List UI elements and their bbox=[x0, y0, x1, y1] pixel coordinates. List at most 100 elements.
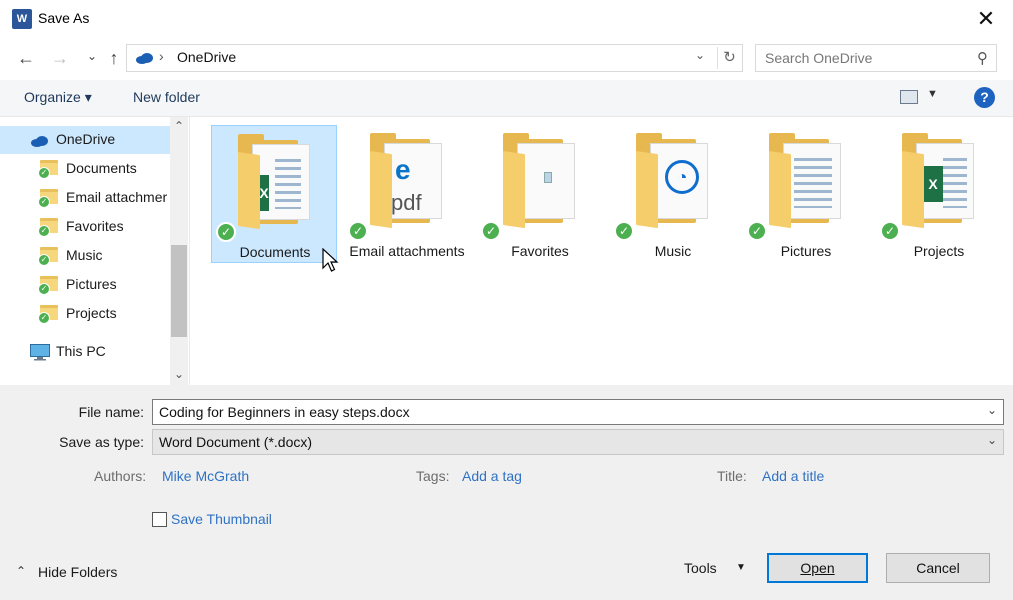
hide-folders-button[interactable]: Hide Folders bbox=[38, 564, 117, 580]
excel-sheet-icon: X bbox=[923, 166, 943, 202]
onedrive-cloud-icon bbox=[136, 53, 153, 64]
save-options-panel: File name: Coding for Beginners in easy … bbox=[0, 385, 1013, 600]
chevron-down-icon[interactable]: ⌄ bbox=[987, 433, 997, 447]
sync-check-icon: ✓ bbox=[38, 196, 50, 208]
tags-label: Tags: bbox=[416, 468, 450, 484]
folder-label: Documents bbox=[239, 244, 311, 260]
chevron-up-icon[interactable]: ⌃ bbox=[16, 564, 26, 578]
navigation-scrollbar[interactable]: ⌃ ⌄ bbox=[170, 117, 188, 385]
forward-arrow-icon[interactable]: → bbox=[48, 46, 72, 70]
folder-tile-music[interactable]: ◔ ✓ Music bbox=[610, 125, 736, 263]
authors-label: Authors: bbox=[94, 468, 147, 484]
sync-check-icon: ✓ bbox=[481, 221, 501, 241]
title-field[interactable]: Add a title bbox=[762, 468, 824, 484]
file-list: X ✓ Documents e pdf ✓ Email attachments ✓… bbox=[191, 117, 1013, 385]
onedrive-cloud-icon bbox=[31, 136, 48, 147]
scroll-up-icon[interactable]: ⌃ bbox=[170, 119, 188, 135]
folder-icon: e pdf bbox=[366, 133, 446, 229]
navigation-pane: OneDrive ✓ Documents ✓ Email attachmer ✓… bbox=[0, 117, 190, 385]
save-thumbnail-checkbox[interactable] bbox=[152, 512, 167, 527]
sync-check-icon: ✓ bbox=[38, 254, 50, 266]
sidebar-item-label: OneDrive bbox=[56, 131, 116, 147]
folder-icon: ✓ bbox=[38, 189, 58, 208]
search-icon[interactable]: ⚲ bbox=[977, 49, 988, 67]
scroll-thumb[interactable] bbox=[171, 245, 187, 337]
sidebar-item-this-pc[interactable]: This PC bbox=[0, 338, 170, 366]
folder-tile-projects[interactable]: X ✓ Projects bbox=[876, 125, 1002, 263]
sidebar-item-favorites[interactable]: ✓ Favorites bbox=[0, 213, 170, 241]
title-label: Title: bbox=[717, 468, 747, 484]
address-dropdown-icon[interactable]: ⌄ bbox=[695, 48, 705, 62]
open-button[interactable]: Open bbox=[767, 553, 868, 583]
folder-tile-documents[interactable]: X ✓ Documents bbox=[211, 125, 337, 263]
sync-check-icon: ✓ bbox=[216, 222, 236, 242]
folder-label: Music bbox=[654, 243, 692, 259]
shortcut-icon bbox=[544, 172, 552, 183]
tools-dropdown-icon[interactable]: ▼ bbox=[736, 562, 746, 573]
file-name-label: File name: bbox=[78, 404, 144, 420]
breadcrumb-separator-icon: › bbox=[159, 48, 164, 64]
chevron-down-icon[interactable]: ⌄ bbox=[987, 403, 997, 417]
pdf-icon: pdf bbox=[391, 190, 422, 215]
folder-icon bbox=[765, 133, 845, 229]
sync-check-icon: ✓ bbox=[614, 221, 634, 241]
sidebar-item-pictures[interactable]: ✓ Pictures bbox=[0, 271, 170, 299]
folder-tile-favorites[interactable]: ✓ Favorites bbox=[477, 125, 603, 263]
folder-icon: ✓ bbox=[38, 160, 58, 179]
sidebar-item-email-attachments[interactable]: ✓ Email attachmer bbox=[0, 184, 170, 212]
sidebar-item-label: Favorites bbox=[66, 218, 124, 234]
up-arrow-icon[interactable]: ↑ bbox=[102, 46, 126, 70]
view-options-dropdown-icon[interactable]: ▼ bbox=[927, 88, 938, 100]
sidebar-item-label: Pictures bbox=[66, 276, 117, 292]
edge-browser-icon: e bbox=[395, 154, 411, 185]
organize-button[interactable]: Organize ▾ bbox=[24, 89, 92, 106]
save-as-type-select[interactable]: Word Document (*.docx) ⌄ bbox=[152, 429, 1004, 455]
sidebar-item-label: Documents bbox=[66, 160, 137, 176]
folder-label: Projects bbox=[913, 243, 965, 259]
folder-icon: ✓ bbox=[38, 218, 58, 237]
sidebar-item-documents[interactable]: ✓ Documents bbox=[0, 155, 170, 183]
folder-icon: ◔ bbox=[632, 133, 712, 229]
save-as-type-value: Word Document (*.docx) bbox=[159, 434, 313, 450]
refresh-icon[interactable]: ↻ bbox=[717, 47, 741, 69]
tools-button[interactable]: Tools bbox=[684, 560, 717, 576]
folder-icon bbox=[499, 133, 579, 229]
window-title: Save As bbox=[38, 10, 90, 26]
back-arrow-icon[interactable]: ← bbox=[14, 46, 38, 70]
authors-field[interactable]: Mike McGrath bbox=[162, 468, 249, 484]
tags-field[interactable]: Add a tag bbox=[462, 468, 522, 484]
close-icon[interactable]: ✕ bbox=[971, 4, 1001, 34]
computer-monitor-icon bbox=[30, 344, 50, 361]
save-thumbnail-label[interactable]: Save Thumbnail bbox=[171, 511, 272, 527]
breadcrumb-onedrive[interactable]: OneDrive bbox=[177, 49, 236, 65]
sidebar-item-label: Projects bbox=[66, 305, 117, 321]
folder-tile-email-attachments[interactable]: e pdf ✓ Email attachments bbox=[344, 125, 470, 263]
change-view-icon[interactable] bbox=[900, 90, 918, 104]
save-as-type-label: Save as type: bbox=[59, 434, 144, 450]
sync-check-icon: ✓ bbox=[880, 221, 900, 241]
picture-document-icon bbox=[794, 158, 832, 208]
help-icon[interactable]: ? bbox=[974, 87, 995, 108]
folder-tile-pictures[interactable]: ✓ Pictures bbox=[743, 125, 869, 263]
sidebar-item-label: This PC bbox=[56, 343, 106, 359]
file-name-field[interactable]: Coding for Beginners in easy steps.docx … bbox=[152, 399, 1004, 425]
address-bar[interactable]: › OneDrive ⌄ ↻ bbox=[126, 44, 743, 72]
scroll-down-icon[interactable]: ⌄ bbox=[170, 367, 188, 383]
cancel-button[interactable]: Cancel bbox=[886, 553, 990, 583]
new-folder-button[interactable]: New folder bbox=[133, 89, 200, 105]
sidebar-item-onedrive[interactable]: OneDrive bbox=[0, 126, 170, 154]
folder-icon: ✓ bbox=[38, 305, 58, 324]
recent-locations-icon[interactable]: ⌄ bbox=[80, 44, 104, 68]
sidebar-item-label: Email attachmer bbox=[66, 189, 168, 205]
folder-label: Pictures bbox=[780, 243, 832, 259]
sidebar-item-projects[interactable]: ✓ Projects bbox=[0, 300, 170, 328]
sync-check-icon: ✓ bbox=[38, 312, 50, 324]
folder-label: Email attachments bbox=[349, 243, 465, 259]
sidebar-item-music[interactable]: ✓ Music bbox=[0, 242, 170, 270]
search-input[interactable]: Search OneDrive ⚲ bbox=[755, 44, 997, 72]
sync-check-icon: ✓ bbox=[348, 221, 368, 241]
sync-check-icon: ✓ bbox=[38, 283, 50, 295]
folder-icon: ✓ bbox=[38, 276, 58, 295]
sidebar-item-label: Music bbox=[66, 247, 103, 263]
groove-music-icon: ◔ bbox=[665, 160, 699, 194]
